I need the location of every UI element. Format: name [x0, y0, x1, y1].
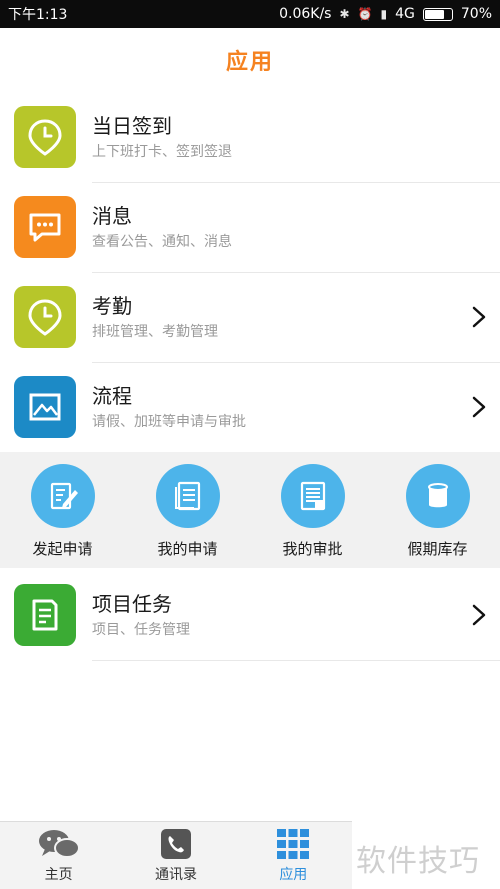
watermark: 软件技巧: [356, 844, 480, 879]
row-title: 消息: [92, 204, 132, 228]
nav-contacts[interactable]: 通讯录: [117, 822, 234, 889]
quick-action-leave-balance[interactable]: 假期库存: [375, 452, 500, 568]
row-subtitle: 项目、任务管理: [92, 622, 190, 638]
quick-action-my-approvals[interactable]: 我的审批: [250, 452, 375, 568]
nav-apps[interactable]: 应用: [235, 822, 352, 889]
nav-label: 主页: [44, 866, 73, 883]
row-title: 流程: [92, 384, 132, 408]
task-doc-icon: [14, 584, 76, 646]
edit-form-icon: [30, 464, 95, 528]
row-project-tasks[interactable]: 项目任务 项目、任务管理: [0, 570, 500, 660]
status-bar: 下午1:13 0.06K/s ✱ ⏰ ▮ 4G 70%: [0, 0, 500, 28]
divider: [92, 660, 500, 661]
battery-icon: [422, 7, 453, 21]
quick-actions: 发起申请 我的申请 我的审批 假期库存: [0, 452, 500, 568]
cylinder-icon: [405, 464, 470, 528]
quick-action-label: 我的申请: [157, 540, 218, 558]
bottom-nav: 主页 通讯录 应用: [0, 821, 352, 889]
nav-home[interactable]: 主页: [0, 822, 117, 889]
clock-pin-icon: [14, 286, 76, 348]
clock-pin-icon: [14, 106, 76, 168]
signal-icon: ▮: [380, 7, 388, 21]
chevron-right-icon: [472, 306, 486, 328]
grid-icon: [277, 828, 310, 859]
battery-level: 70%: [460, 6, 492, 22]
alarm-icon: ⏰: [357, 7, 373, 21]
row-checkin[interactable]: 当日签到 上下班打卡、签到签退: [0, 92, 500, 182]
chat-bubble-icon: [14, 196, 76, 258]
bluetooth-icon: ✱: [339, 7, 350, 21]
row-workflow[interactable]: 流程 请假、加班等申请与审批: [0, 362, 500, 452]
row-subtitle: 查看公告、通知、消息: [92, 234, 232, 250]
row-messages[interactable]: 消息 查看公告、通知、消息: [0, 182, 500, 272]
chevron-right-icon: [472, 604, 486, 626]
row-subtitle: 排班管理、考勤管理: [92, 324, 218, 340]
row-title: 当日签到: [92, 114, 172, 138]
app-header: 应用: [0, 28, 500, 92]
page-title: 应用: [225, 50, 274, 75]
status-time: 下午1:13: [8, 7, 68, 23]
row-title: 考勤: [92, 294, 132, 318]
phone-icon: [160, 828, 191, 859]
quick-action-my-requests[interactable]: 我的申请: [125, 452, 250, 568]
quick-action-label: 发起申请: [32, 540, 93, 558]
row-attendance[interactable]: 考勤 排班管理、考勤管理: [0, 272, 500, 362]
quick-action-label: 假期库存: [407, 540, 468, 558]
document-list-icon: [155, 464, 220, 528]
status-indicators: 0.06K/s ✱ ⏰ ▮ 4G 70%: [279, 6, 492, 22]
wechat-chat-icon: [38, 829, 80, 858]
row-subtitle: 请假、加班等申请与审批: [92, 414, 246, 430]
picture-icon: [14, 376, 76, 438]
chevron-right-icon: [472, 396, 486, 418]
review-doc-icon: [280, 464, 345, 528]
nav-label: 通讯录: [154, 866, 197, 883]
quick-action-label: 我的审批: [282, 540, 343, 558]
nav-label: 应用: [279, 866, 308, 883]
network-type: 4G: [395, 6, 415, 22]
network-speed: 0.06K/s: [279, 6, 332, 22]
row-subtitle: 上下班打卡、签到签退: [92, 144, 232, 160]
row-title: 项目任务: [92, 592, 172, 616]
quick-action-new-request[interactable]: 发起申请: [0, 452, 125, 568]
